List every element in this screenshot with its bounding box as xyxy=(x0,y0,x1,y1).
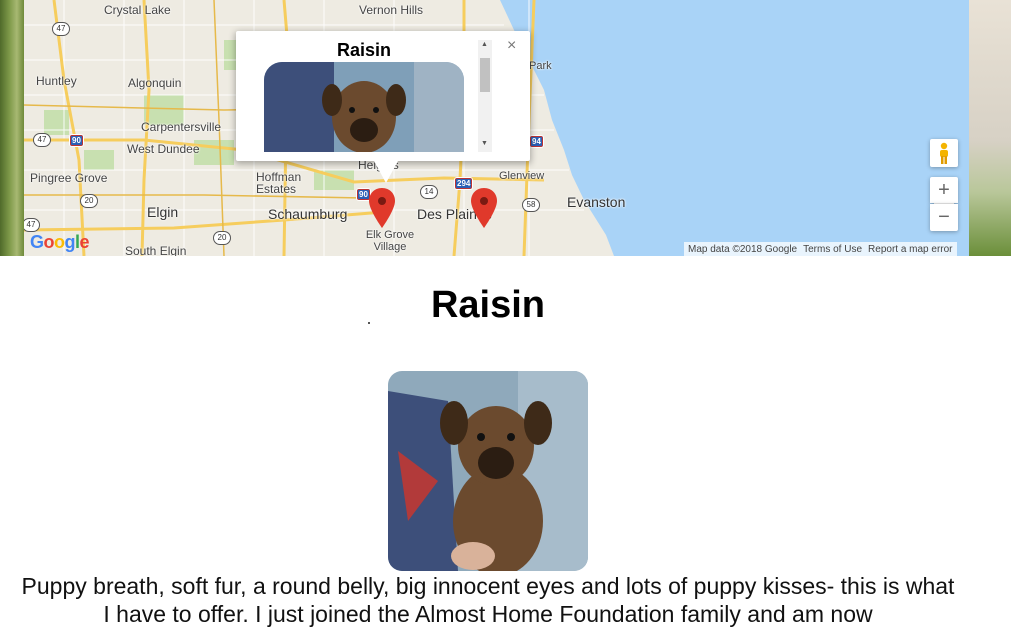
route-shield: 47 xyxy=(24,218,40,232)
pegman-icon xyxy=(940,142,948,164)
info-window-title: Raisin xyxy=(336,40,392,60)
route-shield: 47 xyxy=(33,133,51,147)
map-marker[interactable] xyxy=(471,188,497,228)
pet-description: Puppy breath, soft fur, a round belly, b… xyxy=(21,573,955,627)
scroll-up-icon[interactable]: ▲ xyxy=(481,41,488,48)
route-shield: 47 xyxy=(52,22,70,36)
scrollbar-thumb[interactable] xyxy=(480,58,490,92)
map-marker-selected[interactable] xyxy=(369,188,395,228)
dog-photo xyxy=(388,371,588,571)
map-data-text: Map data ©2018 Google xyxy=(688,243,798,255)
page-title: Raisin xyxy=(430,284,546,326)
place-label: Vernon Hills xyxy=(359,3,424,17)
place-label: South Elgin xyxy=(125,244,187,256)
place-label: Carpentersville xyxy=(141,120,222,134)
terms-of-use-link[interactable]: Terms of Use xyxy=(803,244,862,255)
scroll-down-icon[interactable]: ▼ xyxy=(481,140,488,147)
decorative-dot xyxy=(368,322,370,324)
info-window-scrollbar[interactable]: ▲ ▼ xyxy=(478,40,492,152)
dog-photo-image xyxy=(388,371,588,571)
place-label: Elk Grove Village xyxy=(365,229,415,253)
place-label: Schaumburg xyxy=(268,206,348,222)
left-background-image xyxy=(0,0,24,256)
route-shield: 20 xyxy=(213,231,231,245)
place-label: West Dundee xyxy=(127,142,200,156)
place-label: Elgin xyxy=(147,204,179,220)
zoom-out-button[interactable]: − xyxy=(930,204,958,231)
close-icon[interactable]: × xyxy=(507,37,516,55)
route-shield: 58 xyxy=(522,198,540,212)
place-label: Evanston xyxy=(567,194,626,210)
place-label: Huntley xyxy=(36,74,77,88)
street-view-pegman-button[interactable] xyxy=(930,139,958,167)
place-label: Hoffman Estates xyxy=(256,170,302,196)
map-attribution: Map data ©2018 Google Terms of Use Repor… xyxy=(684,242,957,256)
dog-photo-image xyxy=(264,62,464,152)
google-map[interactable]: Crystal Lake Vernon Hills Park Huntley A… xyxy=(24,0,969,256)
right-background-image xyxy=(969,0,1011,256)
place-label: Algonquin xyxy=(128,76,182,90)
info-window-pointer xyxy=(374,161,398,183)
place-label: Glenview xyxy=(499,170,545,182)
interstate-shield: 90 xyxy=(69,134,84,147)
route-shield: 14 xyxy=(420,185,438,199)
report-map-error-link[interactable]: Report a map error xyxy=(868,244,952,255)
route-shield: 20 xyxy=(80,194,98,208)
map-info-window: Raisin × ▲ ▼ xyxy=(236,31,530,161)
place-label: Pingree Grove xyxy=(30,171,108,185)
place-label: Park xyxy=(529,60,552,72)
zoom-in-button[interactable]: + xyxy=(930,177,958,203)
interstate-shield: 94 xyxy=(529,135,544,148)
place-label: Crystal Lake xyxy=(104,3,171,17)
info-window-dog-photo xyxy=(264,62,464,152)
google-logo[interactable]: Google xyxy=(30,232,90,253)
